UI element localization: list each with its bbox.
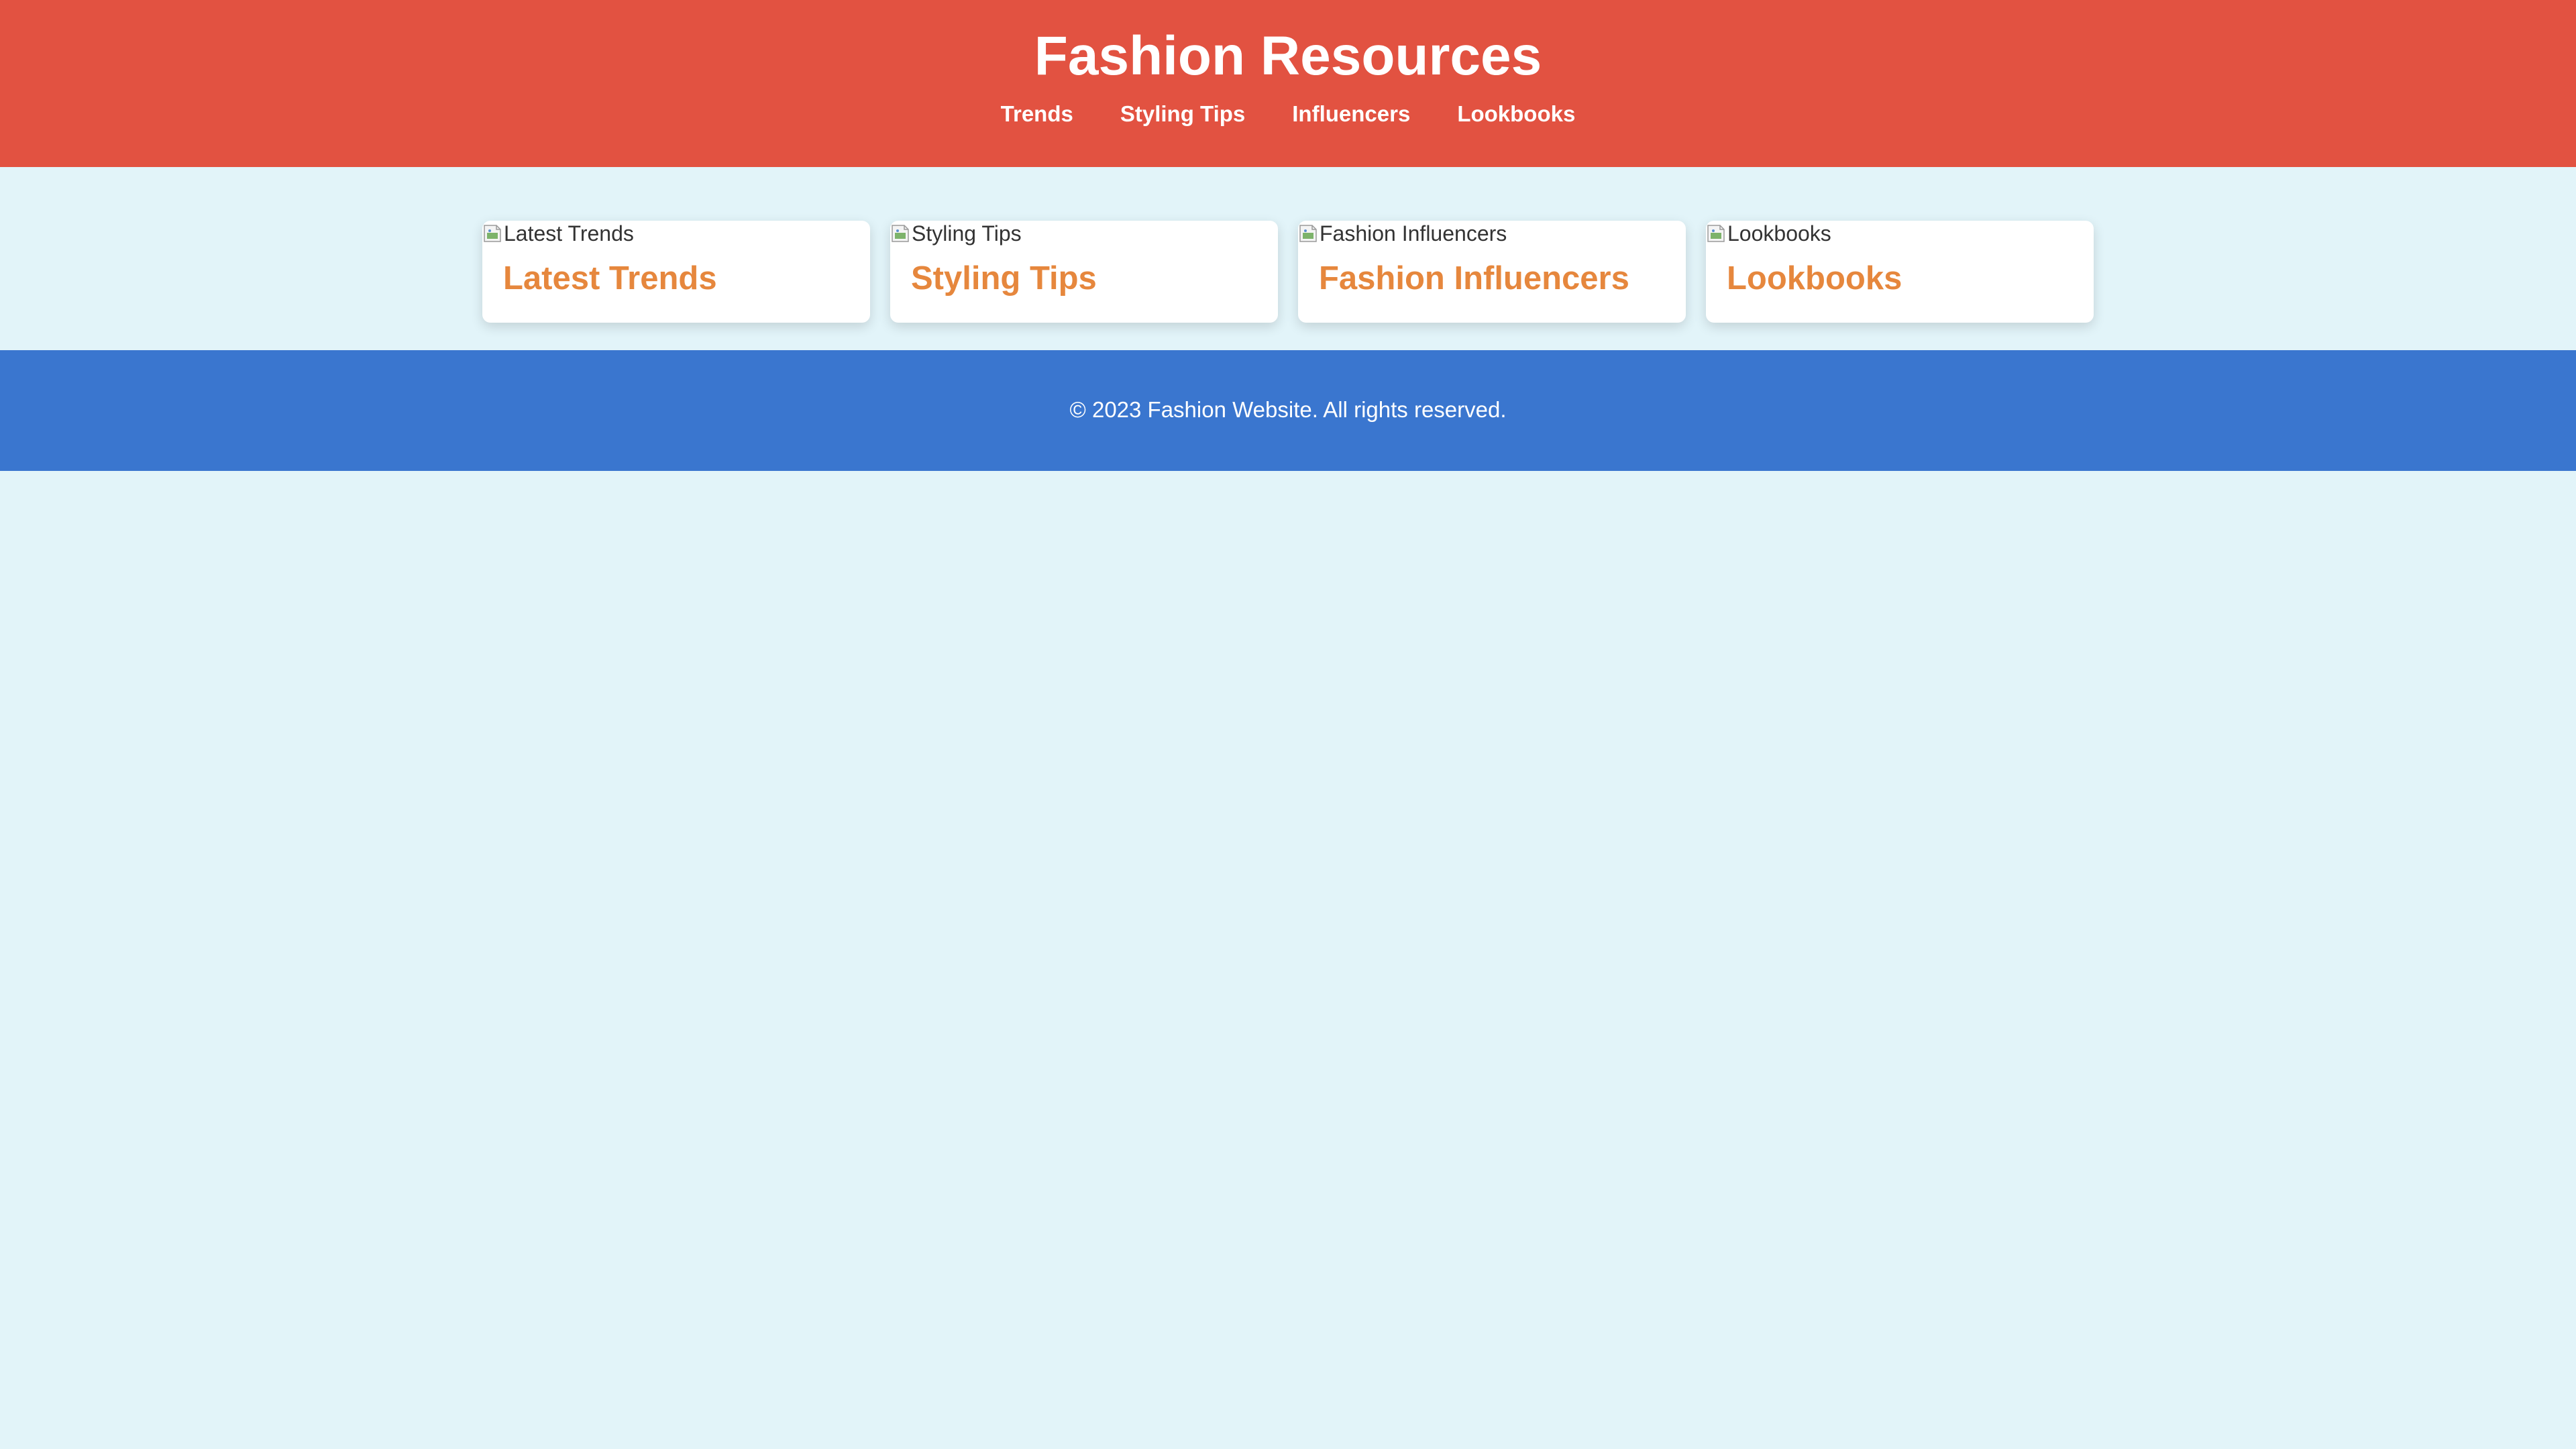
broken-image-icon (482, 223, 502, 244)
card-image-alt: Latest Trends (504, 221, 634, 246)
card-styling-tips[interactable]: Styling Tips Styling Tips (890, 221, 1278, 323)
nav-link-lookbooks[interactable]: Lookbooks (1457, 99, 1575, 129)
card-fashion-influencers[interactable]: Fashion Influencers Fashion Influencers (1298, 221, 1686, 323)
card-image: Lookbooks (1706, 221, 1831, 246)
nav-link-influencers[interactable]: Influencers (1292, 99, 1410, 129)
card-title[interactable]: Lookbooks (1727, 258, 1902, 299)
card-title[interactable]: Fashion Influencers (1319, 258, 1629, 299)
card-image: Styling Tips (890, 221, 1022, 246)
resource-cards: Latest Trends Latest Trends Styling Tips… (482, 221, 2094, 323)
nav-link-trends[interactable]: Trends (1001, 99, 1073, 129)
broken-image-icon (1706, 223, 1726, 244)
site-title: Fashion Resources (1034, 25, 1542, 87)
copyright-text: © 2023 Fashion Website. All rights reser… (1069, 397, 1507, 422)
main-nav: Trends Styling Tips Influencers Lookbook… (0, 99, 2576, 129)
card-image-alt: Styling Tips (912, 221, 1022, 246)
broken-image-icon (1298, 223, 1318, 244)
card-title[interactable]: Latest Trends (503, 258, 717, 299)
site-header: Fashion Resources Trends Styling Tips In… (0, 0, 2576, 167)
card-latest-trends[interactable]: Latest Trends Latest Trends (482, 221, 870, 323)
site-footer: © 2023 Fashion Website. All rights reser… (0, 350, 2576, 471)
card-lookbooks[interactable]: Lookbooks Lookbooks (1706, 221, 2094, 323)
card-title[interactable]: Styling Tips (911, 258, 1097, 299)
broken-image-icon (890, 223, 910, 244)
nav-link-styling-tips[interactable]: Styling Tips (1120, 99, 1245, 129)
card-image: Latest Trends (482, 221, 634, 246)
card-image-alt: Lookbooks (1727, 221, 1831, 246)
card-image: Fashion Influencers (1298, 221, 1507, 246)
page: Fashion Resources Trends Styling Tips In… (0, 0, 2576, 1449)
card-image-alt: Fashion Influencers (1320, 221, 1507, 246)
